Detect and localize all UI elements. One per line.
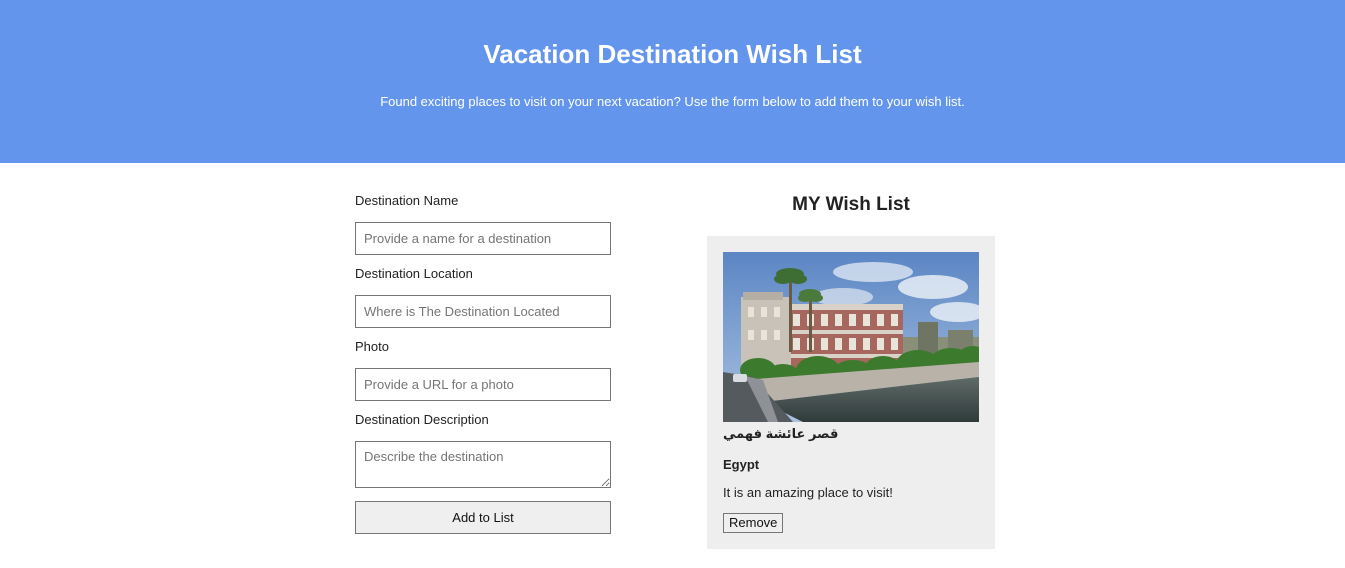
page-subtitle: Found exciting places to visit on your n… [380, 94, 965, 109]
destination-description: It is an amazing place to visit! [723, 485, 893, 500]
destination-location-input[interactable] [355, 295, 611, 328]
destination-description-textarea[interactable] [355, 441, 611, 488]
destination-name-input[interactable] [355, 222, 611, 255]
destination-location: Egypt [723, 457, 760, 472]
page-header: Vacation Destination Wish List Found exc… [0, 0, 1345, 163]
wishlist-title: MY Wish List [792, 194, 910, 215]
destination-location-label: Destination Location [355, 266, 473, 281]
photo-label: Photo [355, 339, 389, 354]
wishlist-card: قصر عائشة فهمي Egypt It is an amazing pl… [707, 236, 995, 549]
destination-name-label: Destination Name [355, 193, 459, 208]
page-title: Vacation Destination Wish List [483, 39, 862, 69]
photo-url-input[interactable] [355, 368, 611, 401]
destination-name: قصر عائشة فهمي [723, 426, 839, 441]
add-to-list-button[interactable]: Add to List [355, 501, 611, 534]
remove-button[interactable]: Remove [723, 513, 784, 533]
destination-photo [723, 252, 979, 422]
destination-description-label: Destination Description [355, 412, 489, 427]
